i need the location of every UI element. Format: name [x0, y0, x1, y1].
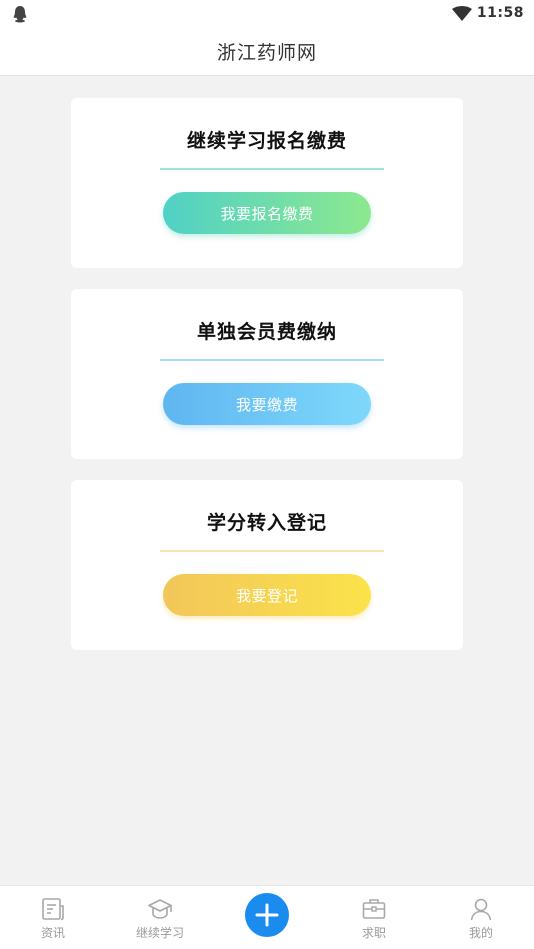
card-title: 继续学习报名缴费: [186, 130, 347, 152]
news-icon: [42, 898, 64, 921]
nav-label: 我的: [468, 926, 493, 940]
wifi-icon: [452, 6, 472, 21]
nav-label: 继续学习: [135, 926, 184, 940]
card-divider: [160, 359, 384, 361]
status-bar: 11:58: [0, 0, 534, 28]
app-header: 浙江药师网: [0, 28, 534, 76]
nav-item-profile[interactable]: 我的: [441, 886, 521, 949]
nav-item-news[interactable]: 资讯: [13, 886, 93, 949]
card-divider: [160, 168, 384, 170]
graduation-cap-icon: [148, 899, 172, 919]
card-title: 学分转入登记: [206, 512, 327, 534]
add-button[interactable]: [245, 893, 289, 937]
nav-item-continuing-study[interactable]: 继续学习: [120, 886, 200, 949]
nav-item-jobs[interactable]: 求职: [334, 886, 414, 949]
status-time: 11:58: [476, 5, 524, 21]
register-pay-button[interactable]: 我要报名缴费: [163, 192, 371, 234]
briefcase-icon: [362, 899, 386, 919]
nav-label: 求职: [361, 926, 386, 940]
card-credit-transfer: 学分转入登记 我要登记: [71, 480, 463, 650]
card-divider: [160, 550, 384, 552]
nav-label: 资讯: [40, 926, 65, 940]
pay-fee-button[interactable]: 我要缴费: [163, 383, 371, 425]
bottom-nav: 资讯 继续学习 求职 我的: [0, 885, 534, 949]
register-credit-button[interactable]: 我要登记: [163, 574, 371, 616]
page-title: 浙江药师网: [216, 42, 317, 64]
card-course-registration: 继续学习报名缴费 我要报名缴费: [71, 98, 463, 268]
plus-icon: [255, 903, 279, 927]
card-membership-fee: 单独会员费缴纳 我要缴费: [71, 289, 463, 459]
app-screen: 11:58 浙江药师网 继续学习报名缴费 我要报名缴费 单独会员费缴纳 我要缴费…: [0, 0, 534, 949]
qq-notification-icon: [13, 6, 27, 23]
card-title: 单独会员费缴纳: [196, 321, 337, 343]
user-icon: [470, 898, 492, 921]
